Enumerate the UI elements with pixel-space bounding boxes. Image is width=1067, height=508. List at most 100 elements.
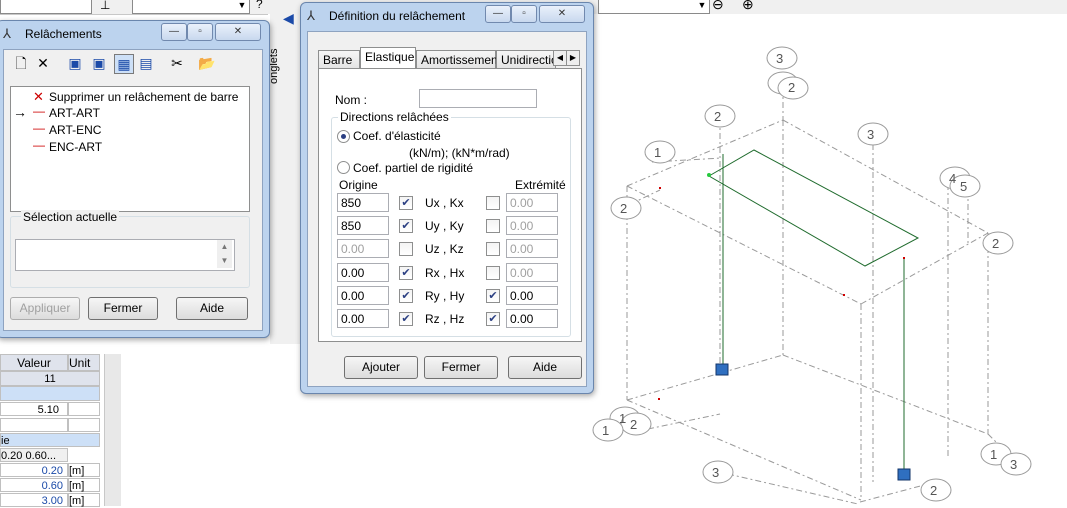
origin-checkbox-ry[interactable]: ✔ [399, 289, 413, 303]
name-field[interactable] [419, 89, 537, 108]
list-item[interactable]: ART-ART [49, 106, 100, 120]
view2-icon[interactable]: ▣ [90, 54, 108, 72]
minimize-button[interactable]: — [485, 5, 511, 23]
view4-icon[interactable]: ▤ [137, 54, 155, 72]
grid-label: 1 [990, 447, 998, 462]
grid-label: 3 [776, 51, 784, 66]
end-checkbox-rx[interactable] [486, 266, 500, 280]
help-button[interactable]: Aide [508, 356, 582, 379]
table-row[interactable]: ie [0, 433, 100, 447]
pan-icon[interactable]: ⊕ [742, 0, 754, 13]
table-cell[interactable] [68, 418, 100, 432]
close-button[interactable]: ✕ [539, 5, 585, 23]
origin-field-ry[interactable]: 0.00 [337, 286, 389, 305]
tab-barre[interactable]: Barre [318, 50, 360, 68]
table-scrollbar[interactable] [104, 354, 121, 506]
origin-label: Origine [339, 178, 378, 192]
tab-amortissement[interactable]: Amortissement [416, 50, 501, 68]
end-field-ry[interactable]: 0.00 [506, 286, 558, 305]
onglets-label[interactable]: onglets [268, 24, 282, 84]
end-field-ux[interactable]: 0.00 [506, 193, 558, 212]
end-checkbox-ry[interactable]: ✔ [486, 289, 500, 303]
origin-checkbox-uz[interactable] [399, 242, 413, 256]
toolbar-combo-2[interactable]: ▼ [132, 0, 250, 14]
partial-rigidity-radio[interactable] [337, 161, 350, 174]
end-checkbox-ux[interactable] [486, 196, 500, 210]
origin-field-uy[interactable]: 850 [337, 216, 389, 235]
table-row[interactable] [0, 418, 68, 432]
elastic-coef-radio[interactable] [337, 130, 350, 143]
list-item[interactable]: Supprimer un relâchement de barre [49, 90, 238, 104]
origin-field-uz[interactable]: 0.00 [337, 239, 389, 258]
origin-checkbox-rx[interactable]: ✔ [399, 266, 413, 280]
end-field-rx[interactable]: 0.00 [506, 263, 558, 282]
release-type-icon: — [33, 121, 45, 135]
release-type-icon: — [33, 138, 45, 152]
end-checkbox-uy[interactable] [486, 219, 500, 233]
toolbar-combo-1[interactable] [0, 0, 92, 14]
grid-label: 1 [619, 411, 627, 426]
table-row[interactable]: 0.20 0.60... [0, 448, 68, 462]
list-item[interactable]: ART-ENC [49, 123, 101, 137]
releases-window: ⅄ Relâchements — ▫ ✕ 🗋 ✕ ▣ ▣ ▦ ▤ ✂ 📂 ✕ S… [0, 20, 270, 338]
zoom-icon[interactable]: ⊖ [712, 0, 724, 13]
tab-scroll-left-icon[interactable]: ◀ [553, 50, 567, 66]
origin-checkbox-ux[interactable]: ✔ [399, 196, 413, 210]
new-icon[interactable]: 🗋 [12, 54, 30, 72]
table-cell[interactable] [68, 402, 100, 416]
close-button[interactable]: ✕ [215, 23, 261, 41]
table-row[interactable]: 3.00 [0, 493, 68, 507]
origin-field-ux[interactable]: 850 [337, 193, 389, 212]
view3-icon[interactable]: ▦ [114, 54, 134, 74]
tab-scroll-right-icon[interactable]: ▶ [566, 50, 580, 66]
maximize-button[interactable]: ▫ [187, 23, 213, 41]
end-checkbox-uz[interactable] [486, 242, 500, 256]
minimize-button[interactable]: — [161, 23, 187, 41]
delete-icon[interactable]: ✕ [34, 54, 52, 72]
origin-field-rz[interactable]: 0.00 [337, 309, 389, 328]
selection-scrollbar[interactable]: ▲ ▼ [217, 240, 232, 268]
tab-unidirectionnel[interactable]: Unidirectio [496, 50, 556, 68]
releases-window-title: Relâchements [25, 27, 102, 41]
table-row[interactable] [0, 386, 100, 401]
apply-button[interactable]: Appliquer [10, 297, 80, 320]
folder-icon[interactable]: 📂 [198, 54, 216, 72]
toolbar-combo-3[interactable]: ▼ [598, 0, 710, 14]
end-field-rz[interactable]: 0.00 [506, 309, 558, 328]
close-dialog-button[interactable]: Fermer [424, 356, 498, 379]
end-checkbox-rz[interactable]: ✔ [486, 312, 500, 326]
add-button[interactable]: Ajouter [344, 356, 418, 379]
origin-field-rx[interactable]: 0.00 [337, 263, 389, 282]
end-field-uz[interactable]: 0.00 [506, 239, 558, 258]
cut-icon[interactable]: ✂ [168, 54, 186, 72]
grid-label: 1 [654, 145, 662, 160]
axis-label-rx: Rx , Hx [425, 266, 465, 280]
column-header-unit[interactable]: Unit [68, 354, 100, 371]
toolbar-tool-icon[interactable]: ⊥ [100, 0, 126, 12]
table-row[interactable]: 0.20 [0, 463, 68, 477]
name-label: Nom : [335, 93, 368, 107]
end-label: Extrémité [515, 178, 566, 192]
table-row[interactable]: 0.60 [0, 478, 68, 492]
close-dialog-button[interactable]: Fermer [88, 297, 158, 320]
tab-elastique[interactable]: Elastique [360, 47, 416, 68]
release-definition-titlebar[interactable]: ⅄ Définition du relâchement — ▫ ✕ [301, 3, 593, 29]
maximize-button[interactable]: ▫ [511, 5, 537, 23]
list-item[interactable]: ENC-ART [49, 140, 102, 154]
column-header-value[interactable]: Valeur [0, 354, 68, 371]
help-pointer-icon[interactable]: ? [256, 0, 263, 11]
axis-label-rz: Rz , Hz [425, 312, 465, 326]
table-row[interactable]: 11 [0, 371, 100, 386]
end-field-uy[interactable]: 0.00 [506, 216, 558, 235]
releases-titlebar[interactable]: ⅄ Relâchements — ▫ ✕ [0, 21, 269, 47]
chevron-down-icon[interactable]: ▼ [695, 0, 709, 13]
table-cell: [m] [68, 478, 100, 492]
help-button[interactable]: Aide [176, 297, 248, 320]
chevron-down-icon[interactable]: ▼ [235, 0, 249, 13]
origin-checkbox-uy[interactable]: ✔ [399, 219, 413, 233]
arrow-left-icon[interactable]: ◀ [283, 10, 294, 27]
current-selection-field[interactable] [15, 239, 235, 271]
view1-icon[interactable]: ▣ [66, 54, 84, 72]
origin-checkbox-rz[interactable]: ✔ [399, 312, 413, 326]
table-row[interactable]: 5.10 [0, 402, 68, 416]
